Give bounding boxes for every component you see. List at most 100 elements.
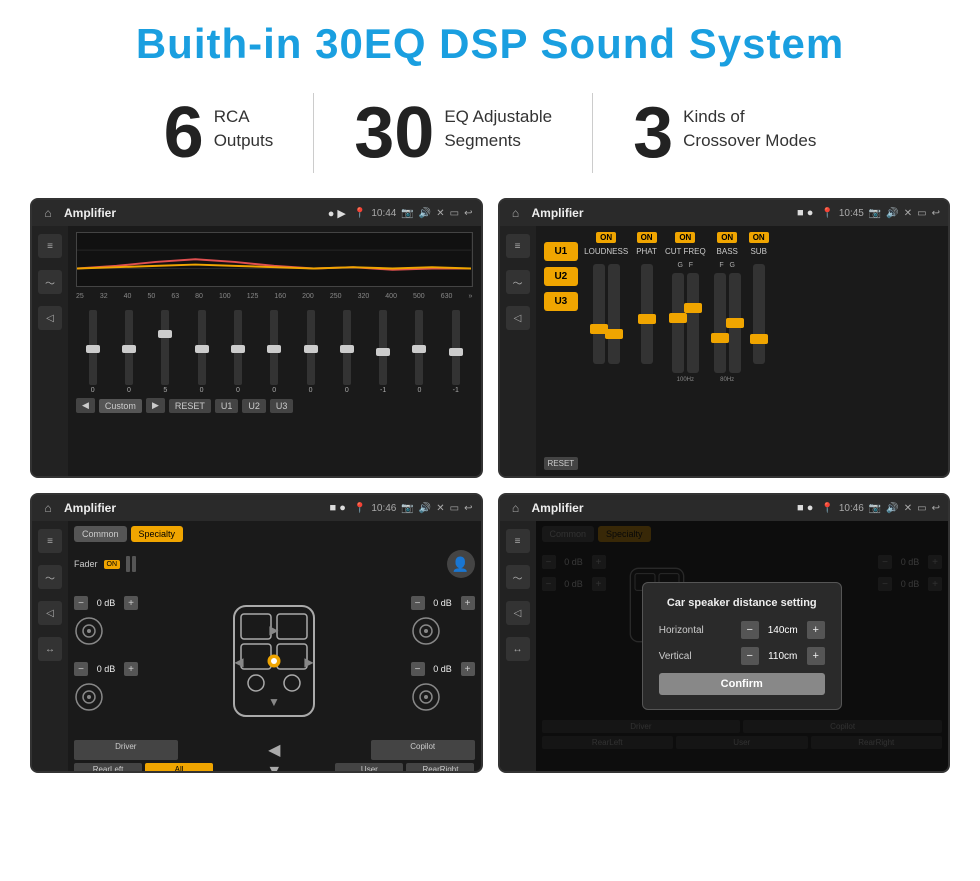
eq-thumb-7[interactable]	[340, 345, 354, 353]
cutfreq-slider-2[interactable]	[687, 273, 699, 373]
driver-btn[interactable]: Driver	[74, 740, 178, 760]
eq-track-8[interactable]	[379, 310, 387, 385]
eq-track-2[interactable]	[161, 310, 169, 385]
u2-button[interactable]: U2	[544, 267, 579, 286]
cutfreq-thumb-2[interactable]	[684, 303, 702, 313]
common-tab[interactable]: Common	[74, 526, 127, 542]
fader-on[interactable]: ON	[104, 560, 121, 569]
home-icon-2[interactable]: ⌂	[508, 205, 524, 221]
horizontal-minus[interactable]: −	[741, 621, 759, 639]
sub-slider[interactable]	[753, 264, 765, 364]
u1-button[interactable]: U1	[544, 242, 579, 261]
expand-icon-4[interactable]: ↔	[506, 637, 530, 661]
eq-thumb-3[interactable]	[195, 345, 209, 353]
eq-icon-4[interactable]: ≡	[506, 529, 530, 553]
loudness-on[interactable]: ON	[596, 232, 616, 243]
reset-btn-1[interactable]: RESET	[169, 399, 211, 413]
eq-track-6[interactable]	[307, 310, 315, 385]
eq-track-9[interactable]	[415, 310, 423, 385]
eq-thumb-0[interactable]	[86, 345, 100, 353]
horizontal-plus[interactable]: +	[807, 621, 825, 639]
vol-minus-r1[interactable]: −	[411, 596, 425, 610]
user-btn[interactable]: User	[335, 763, 403, 773]
wave-icon[interactable]: 〜	[38, 270, 62, 294]
vol-plus-l2[interactable]: +	[124, 662, 138, 676]
loudness-thumb-2[interactable]	[605, 329, 623, 339]
confirm-button[interactable]: Confirm	[659, 673, 825, 695]
loudness-slider-2[interactable]	[608, 264, 620, 364]
reset-btn-2[interactable]: RESET	[544, 457, 579, 470]
eq-track-0[interactable]	[89, 310, 97, 385]
prev-btn[interactable]: ◀	[76, 398, 95, 413]
speaker-icon-3[interactable]: ◁	[38, 601, 62, 625]
u1-btn-1[interactable]: U1	[215, 399, 239, 413]
u2-btn-1[interactable]: U2	[242, 399, 266, 413]
phat-on[interactable]: ON	[637, 232, 657, 243]
eq-track-10[interactable]	[452, 310, 460, 385]
sub-thumb[interactable]	[750, 334, 768, 344]
vol-plus-r1[interactable]: +	[461, 596, 475, 610]
down-arrow[interactable]: ▼	[216, 763, 332, 773]
eq-thumb-10[interactable]	[449, 348, 463, 356]
eq-thumb-4[interactable]	[231, 345, 245, 353]
eq-track-3[interactable]	[198, 310, 206, 385]
u3-button[interactable]: U3	[544, 292, 579, 311]
eq-track-7[interactable]	[343, 310, 351, 385]
back-icon-3[interactable]: ↩	[464, 503, 472, 514]
bass-thumb-1[interactable]	[711, 333, 729, 343]
back-icon-4[interactable]: ↩	[932, 503, 940, 514]
person-icon[interactable]: 👤	[447, 550, 475, 578]
wave-icon-4[interactable]: 〜	[506, 565, 530, 589]
specialty-tab[interactable]: Specialty	[131, 526, 184, 542]
eq-thumb-9[interactable]	[412, 345, 426, 353]
bass-slider-1[interactable]	[714, 273, 726, 373]
back-icon-2[interactable]: ↩	[932, 208, 940, 219]
copilot-btn[interactable]: Copilot	[371, 740, 475, 760]
all-btn[interactable]: All	[145, 763, 213, 773]
vertical-plus[interactable]: +	[807, 647, 825, 665]
home-icon[interactable]: ⌂	[40, 205, 56, 221]
vol-minus-l2[interactable]: −	[74, 662, 88, 676]
speaker-icon-4[interactable]: ◁	[506, 601, 530, 625]
home-icon-3[interactable]: ⌂	[40, 500, 56, 516]
vertical-minus[interactable]: −	[741, 647, 759, 665]
u3-btn-1[interactable]: U3	[270, 399, 294, 413]
eq-icon-2[interactable]: ≡	[506, 234, 530, 258]
eq-thumb-6[interactable]	[304, 345, 318, 353]
back-icon[interactable]: ↩	[464, 208, 472, 219]
loudness-slider-1[interactable]	[593, 264, 605, 364]
eq-thumb-5[interactable]	[267, 345, 281, 353]
expand-icon-3[interactable]: ↔	[38, 637, 62, 661]
rearright-btn[interactable]: RearRight	[406, 763, 474, 773]
bass-on[interactable]: ON	[717, 232, 737, 243]
play-btn[interactable]: ▶	[146, 398, 165, 413]
speaker-icon-2[interactable]: ◁	[506, 306, 530, 330]
rearleft-btn[interactable]: RearLeft	[74, 763, 142, 773]
eq-icon[interactable]: ≡	[38, 234, 62, 258]
home-icon-4[interactable]: ⌂	[508, 500, 524, 516]
eq-icon-3[interactable]: ≡	[38, 529, 62, 553]
vol-minus-l1[interactable]: −	[74, 596, 88, 610]
cutfreq-on[interactable]: ON	[675, 232, 695, 243]
phat-thumb[interactable]	[638, 314, 656, 324]
vol-minus-r2[interactable]: −	[411, 662, 425, 676]
vol-plus-l1[interactable]: +	[124, 596, 138, 610]
cutfreq-thumb-1[interactable]	[669, 313, 687, 323]
sub-on[interactable]: ON	[749, 232, 769, 243]
vol-plus-r2[interactable]: +	[461, 662, 475, 676]
eq-thumb-2[interactable]	[158, 330, 172, 338]
eq-track-1[interactable]	[125, 310, 133, 385]
eq-thumb-1[interactable]	[122, 345, 136, 353]
eq-thumb-8[interactable]	[376, 348, 390, 356]
custom-btn[interactable]: Custom	[99, 399, 142, 413]
wave-icon-3[interactable]: 〜	[38, 565, 62, 589]
eq-track-4[interactable]	[234, 310, 242, 385]
left-arrow[interactable]: ◀	[181, 740, 368, 760]
bass-thumb-2[interactable]	[726, 318, 744, 328]
cutfreq-slider-1[interactable]	[672, 273, 684, 373]
bass-slider-2[interactable]	[729, 273, 741, 373]
phat-slider[interactable]	[641, 264, 653, 364]
wave-icon-2[interactable]: 〜	[506, 270, 530, 294]
eq-track-5[interactable]	[270, 310, 278, 385]
speaker-icon[interactable]: ◁	[38, 306, 62, 330]
